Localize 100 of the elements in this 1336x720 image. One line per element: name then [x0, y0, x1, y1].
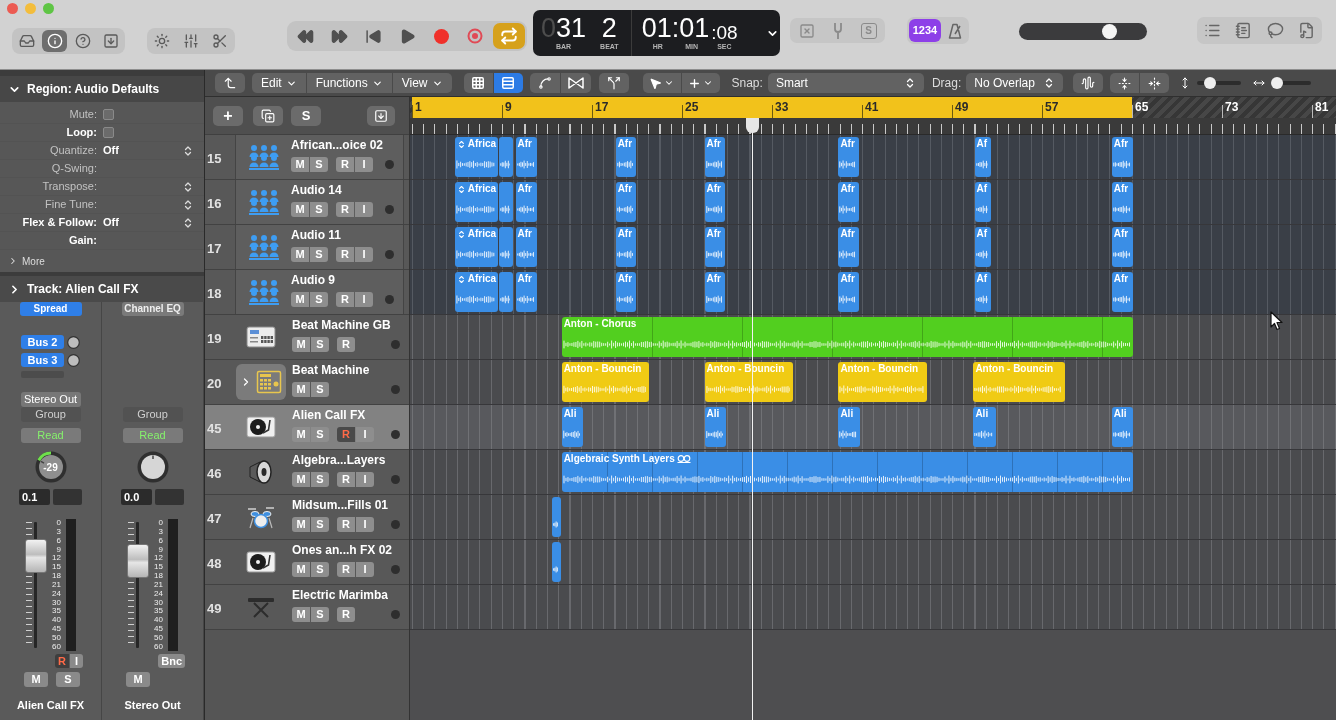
audio-region[interactable]: Afr: [838, 227, 859, 267]
menu-button[interactable]: Edit: [252, 73, 306, 93]
solo-button[interactable]: S: [310, 202, 328, 217]
record-button[interactable]: R: [336, 247, 354, 262]
fit-horizontal-button[interactable]: [1140, 73, 1170, 93]
solo-button[interactable]: S: [311, 517, 329, 532]
record-button[interactable]: R: [337, 337, 355, 352]
input-button[interactable]: I: [356, 562, 374, 577]
send-knob-icon[interactable]: [67, 353, 80, 367]
automation-tool-button[interactable]: [529, 73, 560, 93]
solo-button[interactable]: S: [310, 157, 328, 172]
fader-thumb[interactable]: [127, 544, 150, 579]
audio-region[interactable]: [498, 137, 514, 177]
solo-track-button[interactable]: S: [291, 105, 321, 126]
mute-button[interactable]: M: [291, 247, 309, 262]
fit-vertical-button[interactable]: [1110, 73, 1140, 93]
pointer-tool-button[interactable]: [642, 73, 681, 93]
mute-button[interactable]: M: [24, 672, 48, 687]
record-button[interactable]: R: [336, 157, 354, 172]
send-slot[interactable]: Bus 2: [21, 335, 64, 349]
audio-region[interactable]: Afr: [1111, 137, 1134, 177]
inspector-button[interactable]: [42, 30, 67, 52]
audio-region[interactable]: Af: [974, 227, 992, 267]
drag-menu[interactable]: No Overlap: [966, 73, 1064, 93]
audio-region[interactable]: Afr: [838, 182, 859, 222]
group-slot[interactable]: Group: [122, 407, 183, 422]
automation-mode[interactable]: Read: [20, 428, 81, 443]
pan-knob[interactable]: [136, 451, 169, 483]
input-button[interactable]: I: [355, 202, 373, 217]
solo-mode-button[interactable]: S: [860, 22, 877, 39]
record-button[interactable]: R: [55, 654, 69, 668]
solo-button[interactable]: S: [311, 562, 329, 577]
record-button[interactable]: R: [337, 562, 355, 577]
audio-region[interactable]: [498, 227, 514, 267]
input-button[interactable]: I: [356, 472, 374, 487]
take-folder-region[interactable]: Africa: [454, 182, 498, 222]
mute-button[interactable]: M: [291, 157, 309, 172]
audio-region[interactable]: [498, 182, 514, 222]
audio-region[interactable]: Af: [974, 272, 992, 312]
audio-region[interactable]: [551, 542, 561, 582]
plugin-slot[interactable]: Spread: [19, 302, 82, 316]
slider-thumb[interactable]: [1101, 24, 1117, 39]
track-header[interactable]: 16 Audio 14 M S R I: [205, 180, 409, 225]
take-folder-region[interactable]: Africa: [454, 272, 498, 312]
browser-button[interactable]: [1297, 22, 1315, 39]
note-pad-button[interactable]: [1235, 22, 1253, 39]
mute-button[interactable]: M: [291, 292, 309, 307]
checkbox[interactable]: [103, 127, 114, 138]
menu-button[interactable]: View: [392, 73, 452, 93]
waveform-zoom-button[interactable]: [1073, 73, 1104, 93]
snap-menu[interactable]: Smart: [767, 73, 924, 93]
secondary-tool-button[interactable]: [681, 73, 720, 93]
solo-button[interactable]: S: [311, 607, 329, 622]
solo-button[interactable]: S: [311, 472, 329, 487]
mute-button[interactable]: M: [292, 562, 310, 577]
audio-region[interactable]: Afr: [1111, 182, 1134, 222]
input-button[interactable]: I: [70, 654, 83, 668]
audio-region[interactable]: Afr: [615, 227, 636, 267]
audio-region[interactable]: Afr: [515, 227, 537, 267]
audio-region[interactable]: Ali: [973, 407, 996, 447]
up-down-chevron-icon[interactable]: [456, 274, 466, 284]
fader-thumb[interactable]: [25, 538, 48, 573]
list-editors-button[interactable]: [1204, 22, 1222, 39]
input-button[interactable]: I: [356, 517, 374, 532]
record-button[interactable]: R: [337, 427, 355, 442]
automation-mode[interactable]: Read: [122, 428, 183, 443]
slider-thumb[interactable]: [1204, 77, 1217, 89]
send-knob-icon[interactable]: [67, 335, 80, 349]
audio-region[interactable]: Afr: [515, 182, 537, 222]
count-in-button[interactable]: 1234: [909, 19, 941, 42]
timeline-ruler[interactable]: 1 9 17 25 33 41 49 57 65 73 81: [410, 97, 1336, 135]
audio-region[interactable]: Afr: [1111, 227, 1134, 267]
up-down-chevron-icon[interactable]: [456, 229, 466, 239]
mute-button[interactable]: M: [291, 202, 309, 217]
mute-button[interactable]: M: [292, 472, 310, 487]
import-button[interactable]: [367, 105, 395, 126]
mute-button[interactable]: M: [292, 382, 310, 397]
solo-button[interactable]: S: [310, 247, 328, 262]
loop-browser-button[interactable]: [1266, 22, 1284, 39]
audio-region[interactable]: Afr: [615, 272, 636, 312]
output-slot[interactable]: Stereo Out: [20, 392, 81, 407]
grid-view-button[interactable]: [463, 73, 493, 93]
record-button[interactable]: R: [337, 517, 355, 532]
audio-region[interactable]: Afr: [704, 227, 725, 267]
track-header[interactable]: 17 Audio 11 M S R I: [205, 225, 409, 270]
record-button[interactable]: R: [337, 472, 355, 487]
stack-disclosure-button[interactable]: [236, 364, 286, 400]
volume-fader[interactable]: [25, 519, 48, 651]
input-button[interactable]: I: [356, 427, 374, 442]
audio-region[interactable]: Afr: [838, 137, 859, 177]
audio-region[interactable]: Afr: [615, 137, 636, 177]
track-section-header[interactable]: Track: Alien Call FX: [0, 276, 204, 302]
region-section-header[interactable]: Region: Audio Defaults: [0, 76, 204, 102]
audio-region[interactable]: Afr: [838, 272, 859, 312]
up-down-chevron-icon[interactable]: [456, 184, 466, 194]
audio-region[interactable]: Ali: [1111, 407, 1134, 447]
back-button[interactable]: [215, 73, 245, 93]
audio-region[interactable]: Afr: [1111, 272, 1134, 312]
mute-button[interactable]: M: [292, 517, 310, 532]
audio-region[interactable]: [498, 272, 514, 312]
